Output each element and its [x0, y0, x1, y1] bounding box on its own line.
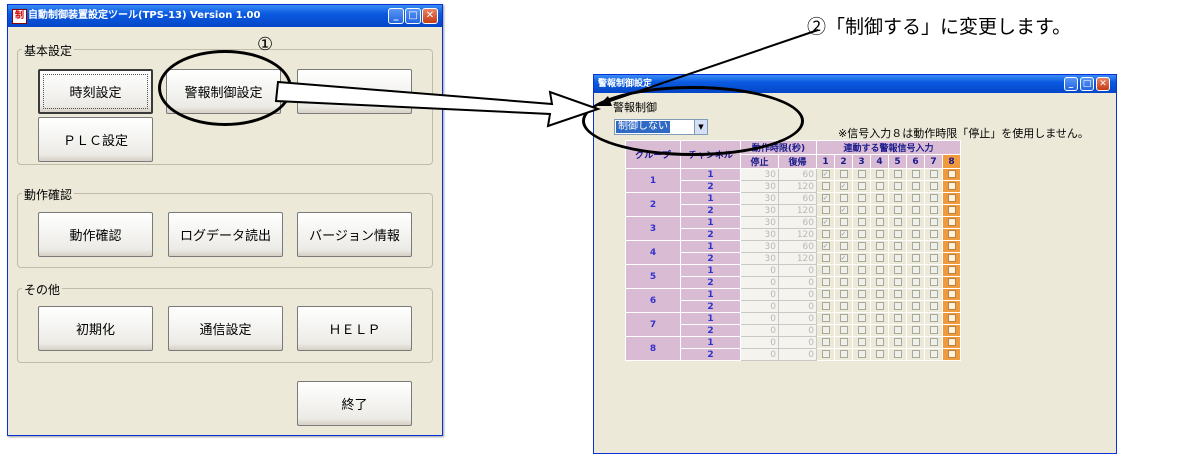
callout-arrow-line — [603, 29, 819, 104]
callout-arrow-head — [598, 96, 612, 106]
transition-arrow — [274, 80, 602, 128]
annotation-arrows — [274, 29, 819, 128]
